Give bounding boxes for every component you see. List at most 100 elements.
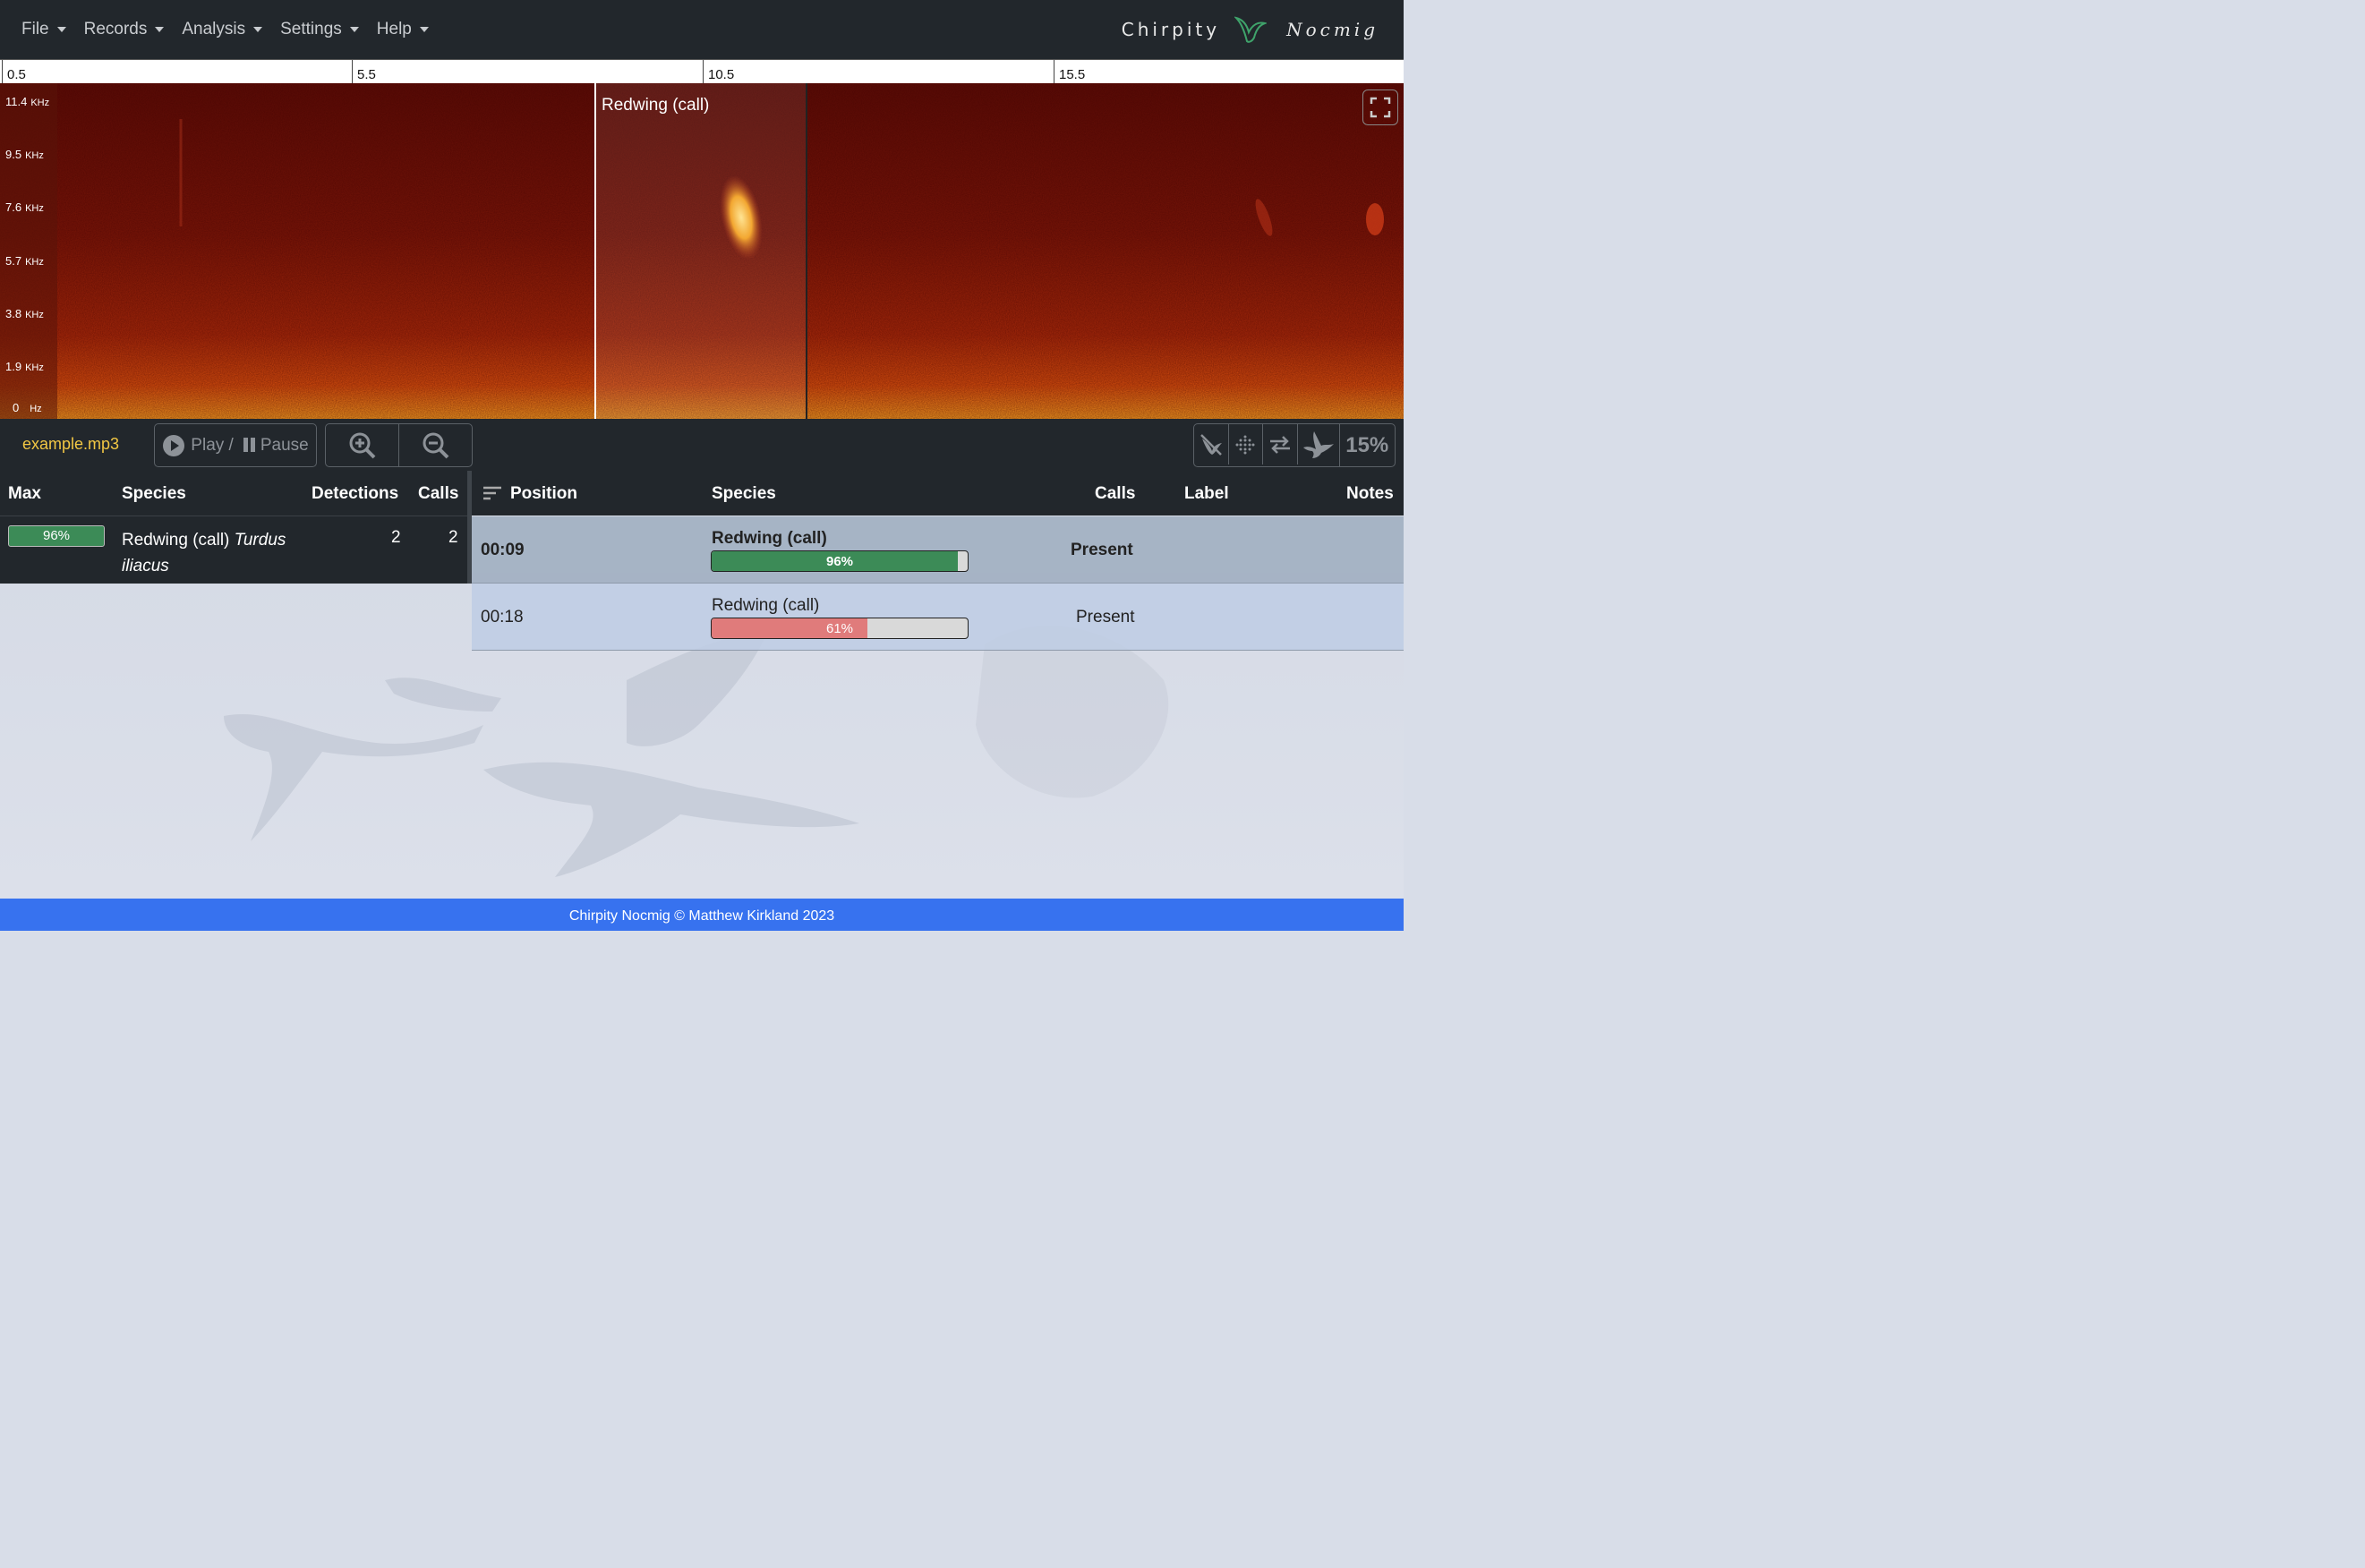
bird-logo-icon [1234,16,1268,43]
chevron-down-icon [419,27,429,32]
result-species: Redwing (call) [712,596,820,615]
results-header: Position Species Calls Label Notes [472,471,1404,516]
freq-label: 1.9 KHz [5,360,44,373]
brand-name-right: Nocmig [1286,19,1379,40]
sort-icon[interactable] [482,486,502,500]
bird-filter-button[interactable] [1296,424,1339,464]
tick-label: 0.5 [7,67,26,82]
menu-settings-label: Settings [280,20,342,38]
controls-bar: example.mp3 Play / Pause 15% [0,419,1404,471]
bird-off-icon [1200,433,1222,456]
menu-analysis[interactable]: Analysis [182,20,263,39]
menu-help-label: Help [376,20,412,38]
pause-icon [243,437,255,452]
result-species: Redwing (call) [712,529,827,548]
timeline-tick: 10.5 [703,60,734,83]
chevron-down-icon [56,27,66,32]
region-label: Redwing (call) [602,96,710,115]
top-navbar: File Records Analysis Settings Help Chir… [0,0,1404,59]
freq-label: 0 Hz [13,401,42,414]
tick-label: 15.5 [1059,67,1086,82]
filename: example.mp3 [22,435,120,453]
filter-group: 15% [1193,423,1396,467]
chevron-down-icon [253,27,263,32]
spectrogram[interactable]: 11.4 KHz 9.5 KHz 7.6 KHz 5.7 KHz 3.8 KHz 1.9 K… [0,83,1404,419]
summary-table: Max Species Detections Calls 96% Redwing… [0,471,467,584]
play-pause-button[interactable]: Play / Pause [155,424,316,466]
result-row[interactable]: 00:18 Redwing (call) 61% Present [472,584,1404,651]
timeline-ruler[interactable]: 0.5 5.5 10.5 15.5 [0,59,1404,84]
header-detections[interactable]: Detections [312,484,398,504]
chevron-down-icon [349,27,359,32]
playback-group: Play / Pause [154,423,317,467]
zoom-in-button[interactable] [326,424,398,466]
score-bar: 96% [711,550,969,572]
calls-count: 2 [448,528,458,547]
header-label[interactable]: Label [1184,484,1229,504]
summary-header: Max Species Detections Calls [0,471,467,516]
max-score-label: 96% [42,528,71,543]
header-notes[interactable]: Notes [1346,484,1394,504]
swap-arrows-icon [1270,435,1291,454]
nocmig-toggle-button[interactable] [1194,424,1228,464]
max-score-bar: 96% [8,525,105,547]
summary-species: Redwing (call) Turdus iliacus [122,527,301,579]
play-icon [163,434,185,456]
zoom-out-icon [423,432,448,458]
freq-label: 3.8 KHz [5,307,44,320]
spectrogram-mode-button[interactable] [1227,424,1263,464]
result-row[interactable]: 00:09 Redwing (call) 96% Present [472,516,1404,584]
fullscreen-button[interactable] [1362,89,1398,125]
dots-grid-icon [1235,435,1255,454]
frequency-axis: 11.4 KHz 9.5 KHz 7.6 KHz 5.7 KHz 3.8 KHz 1.9 K… [0,83,57,419]
menu-analysis-label: Analysis [182,20,246,38]
main-menu: File Records Analysis Settings Help [13,0,438,59]
score-label: 96% [825,554,854,569]
result-position: 00:18 [481,608,524,626]
confidence-value: 15% [1345,432,1389,457]
chevron-down-icon [155,27,165,32]
freq-label: 7.6 KHz [5,200,44,214]
species-common-name: Redwing (call) [122,531,230,550]
result-position: 00:09 [481,541,525,559]
header-max[interactable]: Max [8,484,41,504]
result-calls: Present [1071,541,1133,559]
bird-icon [1302,430,1334,458]
timeline-tick: 0.5 [2,60,26,83]
zoom-out-button[interactable] [398,424,472,466]
footer: Chirpity Nocmig © Matthew Kirkland 2023 [0,899,1404,931]
pause-label: Pause [260,435,309,455]
freq-label: 9.5 KHz [5,148,44,161]
summary-row[interactable]: 96% Redwing (call) Turdus iliacus 2 2 [0,516,467,584]
detections-count: 2 [391,528,401,547]
tick-label: 10.5 [708,67,735,82]
brand-name-left: Chirpity [1121,19,1221,40]
zoom-group [325,423,473,467]
confidence-threshold-button[interactable]: 15% [1338,424,1395,466]
menu-file-label: File [21,20,49,38]
score-label: 61% [825,621,854,636]
header-position[interactable]: Position [510,484,577,504]
menu-records-label: Records [83,20,148,38]
fullscreen-icon [1370,97,1391,118]
menu-file[interactable]: File [21,20,66,39]
menu-settings[interactable]: Settings [280,20,359,39]
freq-label: 5.7 KHz [5,254,44,268]
menu-help[interactable]: Help [377,20,429,39]
brand: Chirpity Nocmig [1122,14,1379,45]
header-calls[interactable]: Calls [1095,484,1135,504]
swap-button[interactable] [1262,424,1297,464]
header-species[interactable]: Species [712,484,776,504]
score-bar: 61% [711,618,969,639]
zoom-in-icon [349,432,375,458]
freq-label: 11.4 KHz [5,95,50,108]
play-label: Play / [191,435,234,455]
timeline-tick: 5.5 [352,60,376,83]
header-calls[interactable]: Calls [418,484,458,504]
menu-records[interactable]: Records [84,20,165,39]
tick-label: 5.5 [357,67,376,82]
result-calls: Present [1076,608,1135,626]
header-species[interactable]: Species [122,484,186,504]
detection-region[interactable]: Redwing (call) [594,83,807,419]
footer-text: Chirpity Nocmig © Matthew Kirkland 2023 [568,908,835,924]
